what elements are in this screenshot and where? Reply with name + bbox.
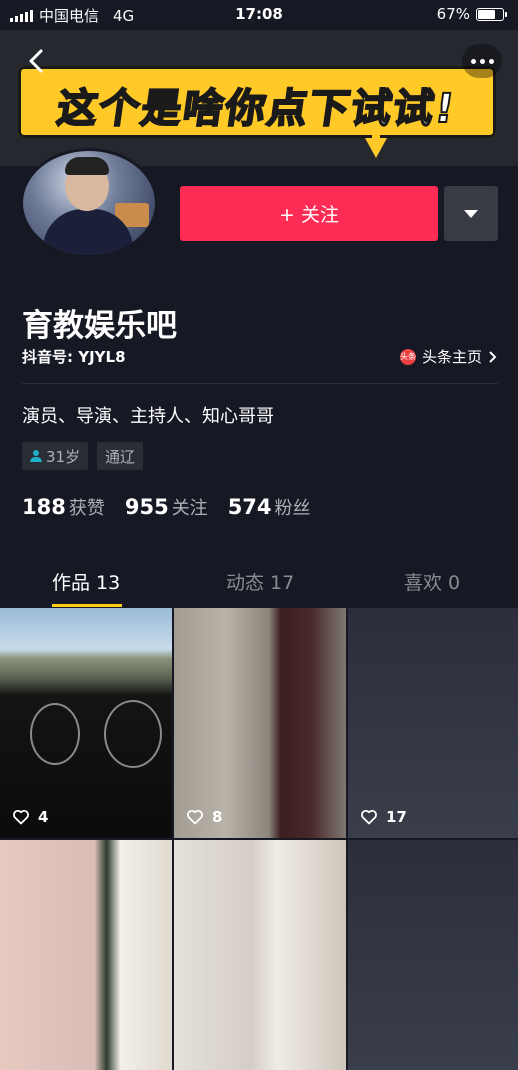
video-thumbnail[interactable] [174,840,346,1070]
toutiao-label: 头条主页 [421,348,482,366]
likes-stat: 188 获赞 [22,494,105,520]
heart-icon [13,809,29,825]
banner-text: 这个是啥你点下试试! [53,85,460,133]
follow-button-label: + 关注 [279,204,339,226]
video-thumbnail[interactable]: 4 [0,608,172,838]
caret-down-icon [464,210,478,218]
video-likes-count: 8 [212,808,223,826]
following-stat[interactable]: 955 关注 [125,494,208,520]
status-bar: 中国电信 4G 17:08 67% [0,0,518,30]
location-tag: 通辽 [97,442,144,470]
fans-label: 粉丝 [274,498,311,519]
battery-percent: 67% [436,5,470,23]
video-likes: 17 [360,808,407,826]
location-label: 通辽 [105,447,136,466]
video-likes: 4 [12,808,48,826]
profile-name: 育教娱乐吧 [22,308,177,344]
video-thumbnail[interactable] [348,840,518,1070]
video-thumbnail[interactable]: 17 [348,608,518,838]
tab-posts[interactable]: 动态 17 [226,568,294,595]
tab-indicator [52,604,122,607]
following-count: 955 [124,495,169,519]
tab-works[interactable]: 作品 13 [52,568,120,595]
video-thumbnail[interactable] [0,840,172,1070]
profile-tabs: 作品 13 动态 17 喜欢 0 [0,560,518,609]
recommend-dropdown-button[interactable] [444,186,498,241]
person-icon [30,450,42,462]
more-dots-icon [471,59,476,64]
profile-banner: 这个是啥你点下试试! [0,30,518,166]
douyin-id: 抖音号: YJYL8 [22,348,126,366]
toutiao-homepage-link[interactable]: 头条 头条主页 [399,346,498,367]
banner-sign: 这个是啥你点下试试! [18,66,496,138]
chevron-left-icon [29,49,43,73]
age-tag: 31岁 [22,442,89,470]
follow-button[interactable]: + 关注 [180,186,438,241]
tab-likes[interactable]: 喜欢 0 [404,568,460,595]
likes-label: 获赞 [68,498,105,519]
video-likes: 8 [186,808,222,826]
video-likes-count: 4 [38,808,49,826]
profile-stats: 188 获赞 955 关注 574 粉丝 [22,494,311,520]
heart-icon [361,809,377,825]
age-label: 31岁 [46,447,81,466]
avatar[interactable] [20,148,158,258]
following-label: 关注 [171,498,208,519]
video-likes-count: 17 [386,808,407,826]
profile-bio: 演员、导演、主持人、知心哥哥 [22,406,274,427]
video-thumbnail[interactable]: 8 [174,608,346,838]
banner-arrow-icon [365,138,387,158]
back-button[interactable] [20,44,54,78]
more-button[interactable] [462,44,502,78]
chevron-right-icon [489,350,497,363]
heart-icon [187,809,203,825]
likes-count: 188 [22,495,66,519]
fans-count: 574 [227,495,272,519]
fans-stat[interactable]: 574 粉丝 [228,494,311,520]
divider [22,383,498,384]
battery-icon [476,7,507,21]
toutiao-icon: 头条 [399,348,416,365]
